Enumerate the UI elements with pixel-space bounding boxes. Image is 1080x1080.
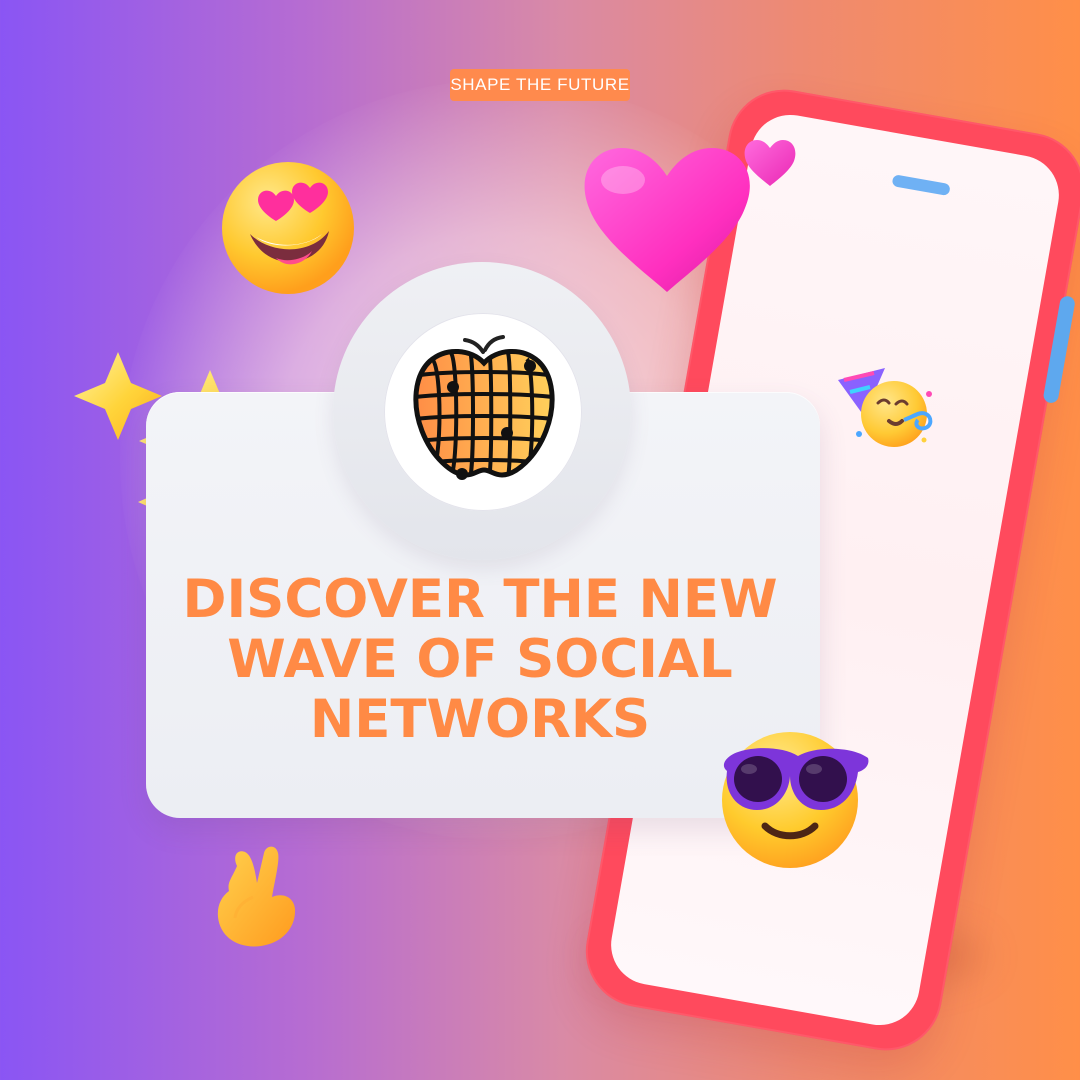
party-face-emoji-icon (836, 368, 940, 460)
tagline-text: SHAPE THE FUTURE (450, 75, 630, 94)
logo-inner-circle (384, 313, 582, 511)
sunglasses-emoji-icon (720, 728, 890, 883)
tagline-pill: SHAPE THE FUTURE (450, 69, 630, 101)
headline-line-3: NETWORKS (309, 688, 651, 750)
page: { "header": { "tagline": "SHAPE THE FUTU… (0, 0, 1080, 1080)
apple-grid-logo-icon (413, 335, 555, 480)
headline: DISCOVER THE NEW WAVE OF SOCIAL NETWORKS (170, 570, 790, 750)
phone-speaker (891, 174, 951, 197)
phone-side-button (1042, 295, 1076, 405)
victory-hand-emoji-icon (206, 842, 318, 954)
headline-line-2: WAVE OF SOCIAL (227, 628, 733, 690)
small-heart-icon (742, 136, 798, 188)
headline-line-1: DISCOVER THE NEW (182, 569, 778, 630)
heart-eyes-emoji-icon (218, 158, 358, 298)
heart-icon (575, 138, 760, 298)
